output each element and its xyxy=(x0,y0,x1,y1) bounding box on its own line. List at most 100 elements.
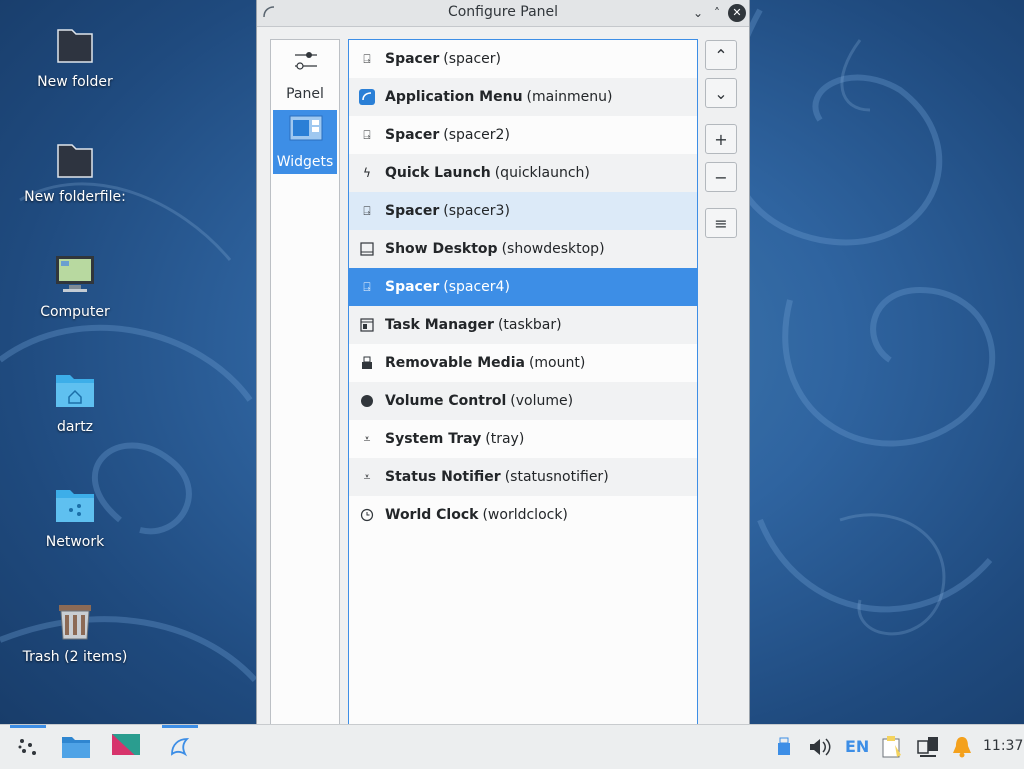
add-widget-button[interactable]: + xyxy=(705,124,737,154)
folder-icon xyxy=(57,144,93,178)
list-item[interactable]: ϟ Quick Launch (quicklaunch) xyxy=(349,154,697,192)
widget-name: Spacer xyxy=(385,51,440,67)
clock-icon xyxy=(349,508,385,522)
widget-id: (volume) xyxy=(510,393,574,409)
taskbar-clock[interactable]: 11:37 xyxy=(983,738,1023,754)
widget-name: Removable Media xyxy=(385,355,525,371)
widget-name: Quick Launch xyxy=(385,165,491,181)
desktop-icon-trash[interactable]: Trash (2 items) xyxy=(0,597,150,665)
desktop-icon-new-folder[interactable]: New folder xyxy=(0,22,150,90)
taskbar: EN 11:37 xyxy=(0,724,1024,769)
widget-id: (taskbar) xyxy=(497,317,562,333)
usb-icon xyxy=(778,737,790,755)
home-folder-icon xyxy=(56,375,94,407)
clipboard-icon xyxy=(882,736,901,758)
desktop-icon-home[interactable]: dartz xyxy=(0,367,150,435)
close-button[interactable]: ✕ xyxy=(728,4,746,22)
minimize-button[interactable]: ⌄ xyxy=(689,4,707,22)
configure-panel-task[interactable] xyxy=(162,725,198,769)
desktop-icon-label: New folder xyxy=(37,74,113,90)
plus-icon: + xyxy=(714,129,728,149)
widget-id: (spacer3) xyxy=(443,203,510,219)
bell-icon xyxy=(953,737,971,758)
widget-id: (showdesktop) xyxy=(501,241,605,257)
list-item[interactable]: Show Desktop (showdesktop) xyxy=(349,230,697,268)
list-item[interactable]: ⍈ Spacer (spacer2) xyxy=(349,116,697,154)
volume-tray[interactable] xyxy=(806,733,834,761)
move-down-button[interactable]: ⌄ xyxy=(705,78,737,108)
widget-name: Status Notifier xyxy=(385,469,501,485)
window-titlebar[interactable]: Configure Panel ⌄ ˄ ✕ xyxy=(257,0,749,27)
widget-name: Application Menu xyxy=(385,89,523,105)
widget-id: (mainmenu) xyxy=(526,89,613,105)
widget-id: (spacer) xyxy=(443,51,501,67)
widget-id: (quicklaunch) xyxy=(494,165,590,181)
category-label: Panel xyxy=(286,86,324,102)
desktop-icon-computer[interactable]: Computer xyxy=(0,252,150,320)
tray-icon: ⩡ xyxy=(363,431,371,446)
usb-icon xyxy=(349,356,385,370)
list-item[interactable]: ⍈ Spacer (spacer) xyxy=(349,40,697,78)
main-menu-icon xyxy=(18,739,36,755)
window-title: Configure Panel xyxy=(447,4,559,20)
category-widgets[interactable]: Widgets xyxy=(273,110,337,174)
active-indicator xyxy=(162,725,198,728)
list-item[interactable]: World Clock (worldclock) xyxy=(349,496,697,534)
widget-name: Spacer xyxy=(385,203,440,219)
configure-panel-window: Configure Panel ⌄ ˄ ✕ Panel Widgets ⍈ Sp… xyxy=(256,0,750,726)
widget-id: (tray) xyxy=(485,431,525,447)
removable-media-tray[interactable] xyxy=(770,733,798,761)
list-item[interactable]: Volume Control (volume) xyxy=(349,382,697,420)
category-panel[interactable]: Panel xyxy=(273,42,337,106)
remove-widget-button[interactable]: − xyxy=(705,162,737,192)
file-manager-launcher[interactable] xyxy=(58,725,94,769)
category-sidebar: Panel Widgets xyxy=(270,39,340,726)
tray-icon: ⩡ xyxy=(363,469,371,484)
minus-icon: − xyxy=(714,167,728,187)
notifications-tray[interactable] xyxy=(948,733,976,761)
widget-menu-button[interactable]: ≡ xyxy=(705,208,737,238)
list-item[interactable]: ⍈ Spacer (spacer4) xyxy=(349,268,697,306)
list-item[interactable]: ⩡ Status Notifier (statusnotifier) xyxy=(349,458,697,496)
sliders-icon xyxy=(295,52,317,70)
bird-icon xyxy=(171,738,190,757)
app-launcher-icon xyxy=(112,734,140,760)
widget-name: World Clock xyxy=(385,507,479,523)
spacer-icon: ⍈ xyxy=(363,279,371,294)
list-item[interactable]: Task Manager (taskbar) xyxy=(349,306,697,344)
spacer-icon: ⍈ xyxy=(363,51,371,66)
desktop-icon-new-folderfile[interactable]: New folderfile: xyxy=(0,137,150,205)
theme-launcher[interactable] xyxy=(108,725,144,769)
widget-id: (spacer2) xyxy=(443,127,510,143)
trash-icon xyxy=(59,605,91,640)
list-item[interactable]: ⩡ System Tray (tray) xyxy=(349,420,697,458)
folder-icon xyxy=(57,29,93,63)
widgets-icon xyxy=(289,115,323,141)
active-indicator xyxy=(10,725,46,728)
list-item[interactable]: Application Menu (mainmenu) xyxy=(349,78,697,116)
list-item[interactable]: ⍈ Spacer (spacer3) xyxy=(349,192,697,230)
lightning-icon: ϟ xyxy=(363,166,371,180)
widgets-list: ⍈ Spacer (spacer) Application Menu (main… xyxy=(348,39,698,726)
volume-dot-icon xyxy=(349,394,385,408)
clipboard-tray[interactable] xyxy=(878,733,906,761)
widget-name: System Tray xyxy=(385,431,482,447)
widget-name: Volume Control xyxy=(385,393,507,409)
main-menu-button[interactable] xyxy=(10,725,46,769)
app-menu-icon xyxy=(349,89,385,105)
desktop-icon xyxy=(349,242,385,256)
desktop-icon-network[interactable]: Network xyxy=(0,482,150,550)
widget-name: Show Desktop xyxy=(385,241,498,257)
widget-id: (mount) xyxy=(528,355,586,371)
keyboard-layout-indicator[interactable]: EN xyxy=(845,737,869,756)
network-wired-icon xyxy=(917,737,938,757)
computer-icon xyxy=(56,256,94,292)
widget-name: Spacer xyxy=(385,127,440,143)
network-tray[interactable] xyxy=(914,733,942,761)
desktop-icon-label: dartz xyxy=(56,419,94,435)
list-item[interactable]: Removable Media (mount) xyxy=(349,344,697,382)
desktop-icon-label: New folderfile: xyxy=(24,189,126,205)
maximize-button[interactable]: ˄ xyxy=(708,4,726,22)
move-up-button[interactable]: ⌃ xyxy=(705,40,737,70)
desktop-icon-label: Computer xyxy=(40,304,110,320)
